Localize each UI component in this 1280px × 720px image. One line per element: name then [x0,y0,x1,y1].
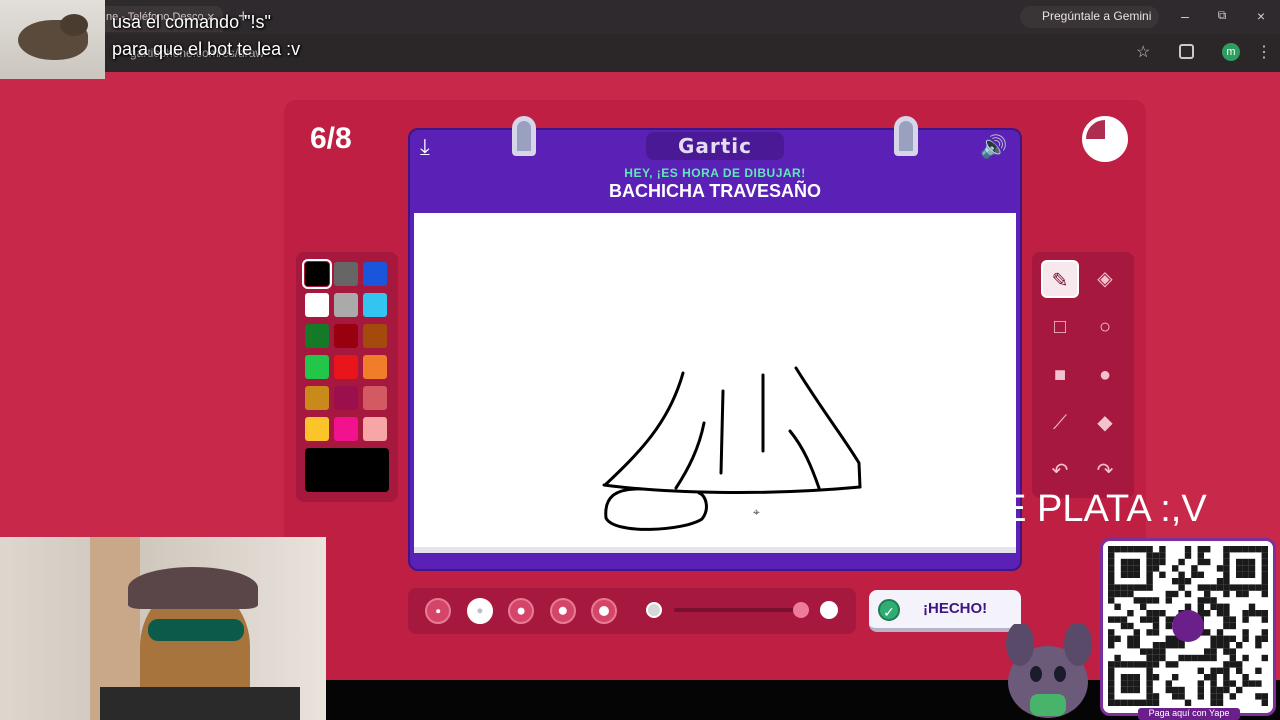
webcam-cap [128,567,258,609]
brush-size-dot [436,609,440,613]
binder-ring-left [512,116,536,156]
pet-camera-overlay [0,0,105,79]
color-swatch[interactable] [363,386,387,410]
stroke-left-edge [603,371,685,487]
color-swatch[interactable] [334,386,358,410]
color-swatch[interactable] [305,386,329,410]
close-window-button[interactable]: × [1253,8,1269,24]
brush-size-option[interactable] [591,598,617,624]
stroke-bottom-loop [604,487,708,531]
cursor-crosshair-icon: ⌖ [753,505,760,519]
color-swatch[interactable] [305,417,329,441]
pencil-tool[interactable]: ✎ [1041,260,1079,298]
qr-caption: Paga aquí con Yape [1138,708,1240,720]
overlay-line-1: usa el comando "!s" [112,12,271,32]
brush-size-option[interactable] [508,598,534,624]
bookmark-star-icon[interactable]: ☆ [1136,42,1150,62]
stroke-inner-left [674,421,706,490]
color-swatch[interactable] [305,293,329,317]
draw-prompt: BACHICHA TRAVESAÑO [608,181,821,201]
gemini-button[interactable]: Pregúntale a Gemini [1020,6,1160,28]
yape-qr-code [1100,538,1276,716]
color-swatch[interactable] [334,293,358,317]
webcam-glasses [148,619,244,641]
profile-avatar[interactable]: m [1222,43,1240,61]
sound-icon[interactable]: 🔊 [980,134,1007,160]
rectangle-outline-tool[interactable]: □ [1041,308,1079,346]
drawing-strokes [602,366,862,531]
brush-size-dot [517,607,525,615]
minimize-button[interactable]: – [1177,8,1193,24]
brush-size-dot [558,606,567,616]
color-swatch[interactable] [334,262,358,286]
extensions-icon[interactable] [1179,44,1194,59]
undo-tool[interactable]: ↶ [1041,452,1079,490]
brush-size-option[interactable] [466,598,493,624]
rectangle-fill-tool[interactable]: ■ [1041,356,1079,394]
streamer-webcam [0,537,326,720]
restore-button[interactable]: ⧉ [1214,8,1230,23]
webcam-shirt [100,687,300,720]
line-tool[interactable]: ⟋ [1041,404,1079,442]
color-swatch[interactable] [302,259,332,289]
brush-size-dot [599,606,609,616]
color-swatch[interactable] [363,355,387,379]
dog-head [60,14,88,36]
color-swatch[interactable] [363,293,387,317]
overlay-line-2: para que el bot te lea :v [112,39,301,59]
draw-subtitle: HEY, ¡ES HORA DE DIBUJAR! [624,166,806,180]
timer-icon [1082,116,1128,162]
stroke-inner-right [788,429,821,490]
marquee-banner: NME PLATA :,V [942,488,1207,530]
mascot-sticker [1000,622,1100,720]
check-icon: ✓ [878,599,900,621]
round-counter: 6/8 [310,122,352,155]
brush-size-option[interactable] [549,598,576,624]
drawing-canvas[interactable] [414,213,1016,553]
eraser-tool[interactable]: ◈ [1086,260,1124,298]
ellipse-outline-tool[interactable]: ○ [1086,308,1124,346]
ellipse-fill-tool[interactable]: ● [1086,356,1124,394]
color-swatch[interactable] [363,417,387,441]
redo-tool[interactable]: ↷ [1086,452,1124,490]
color-swatch[interactable] [363,262,387,286]
fill-bucket-tool[interactable]: ◆ [1086,404,1124,442]
gartic-logo: Gartic [646,132,784,160]
color-swatch[interactable] [334,324,358,348]
color-swatch[interactable] [305,355,329,379]
stroke-mid-left [719,389,725,475]
current-color-preview [305,448,389,492]
binder-ring-right [894,116,918,156]
color-swatch[interactable] [334,417,358,441]
color-swatch[interactable] [363,324,387,348]
browser-menu-icon[interactable]: ⋮ [1256,42,1272,62]
brush-size-dot [476,608,483,614]
opacity-min-icon [646,602,662,618]
download-icon[interactable]: ⤓ [420,134,430,160]
color-swatch[interactable] [305,324,329,348]
opacity-slider[interactable] [674,608,794,612]
color-swatch[interactable] [334,355,358,379]
stroke-right-edge [794,366,862,489]
brush-size-option[interactable] [425,598,451,624]
opacity-slider-handle[interactable] [793,602,809,618]
opacity-max-icon [820,601,838,619]
